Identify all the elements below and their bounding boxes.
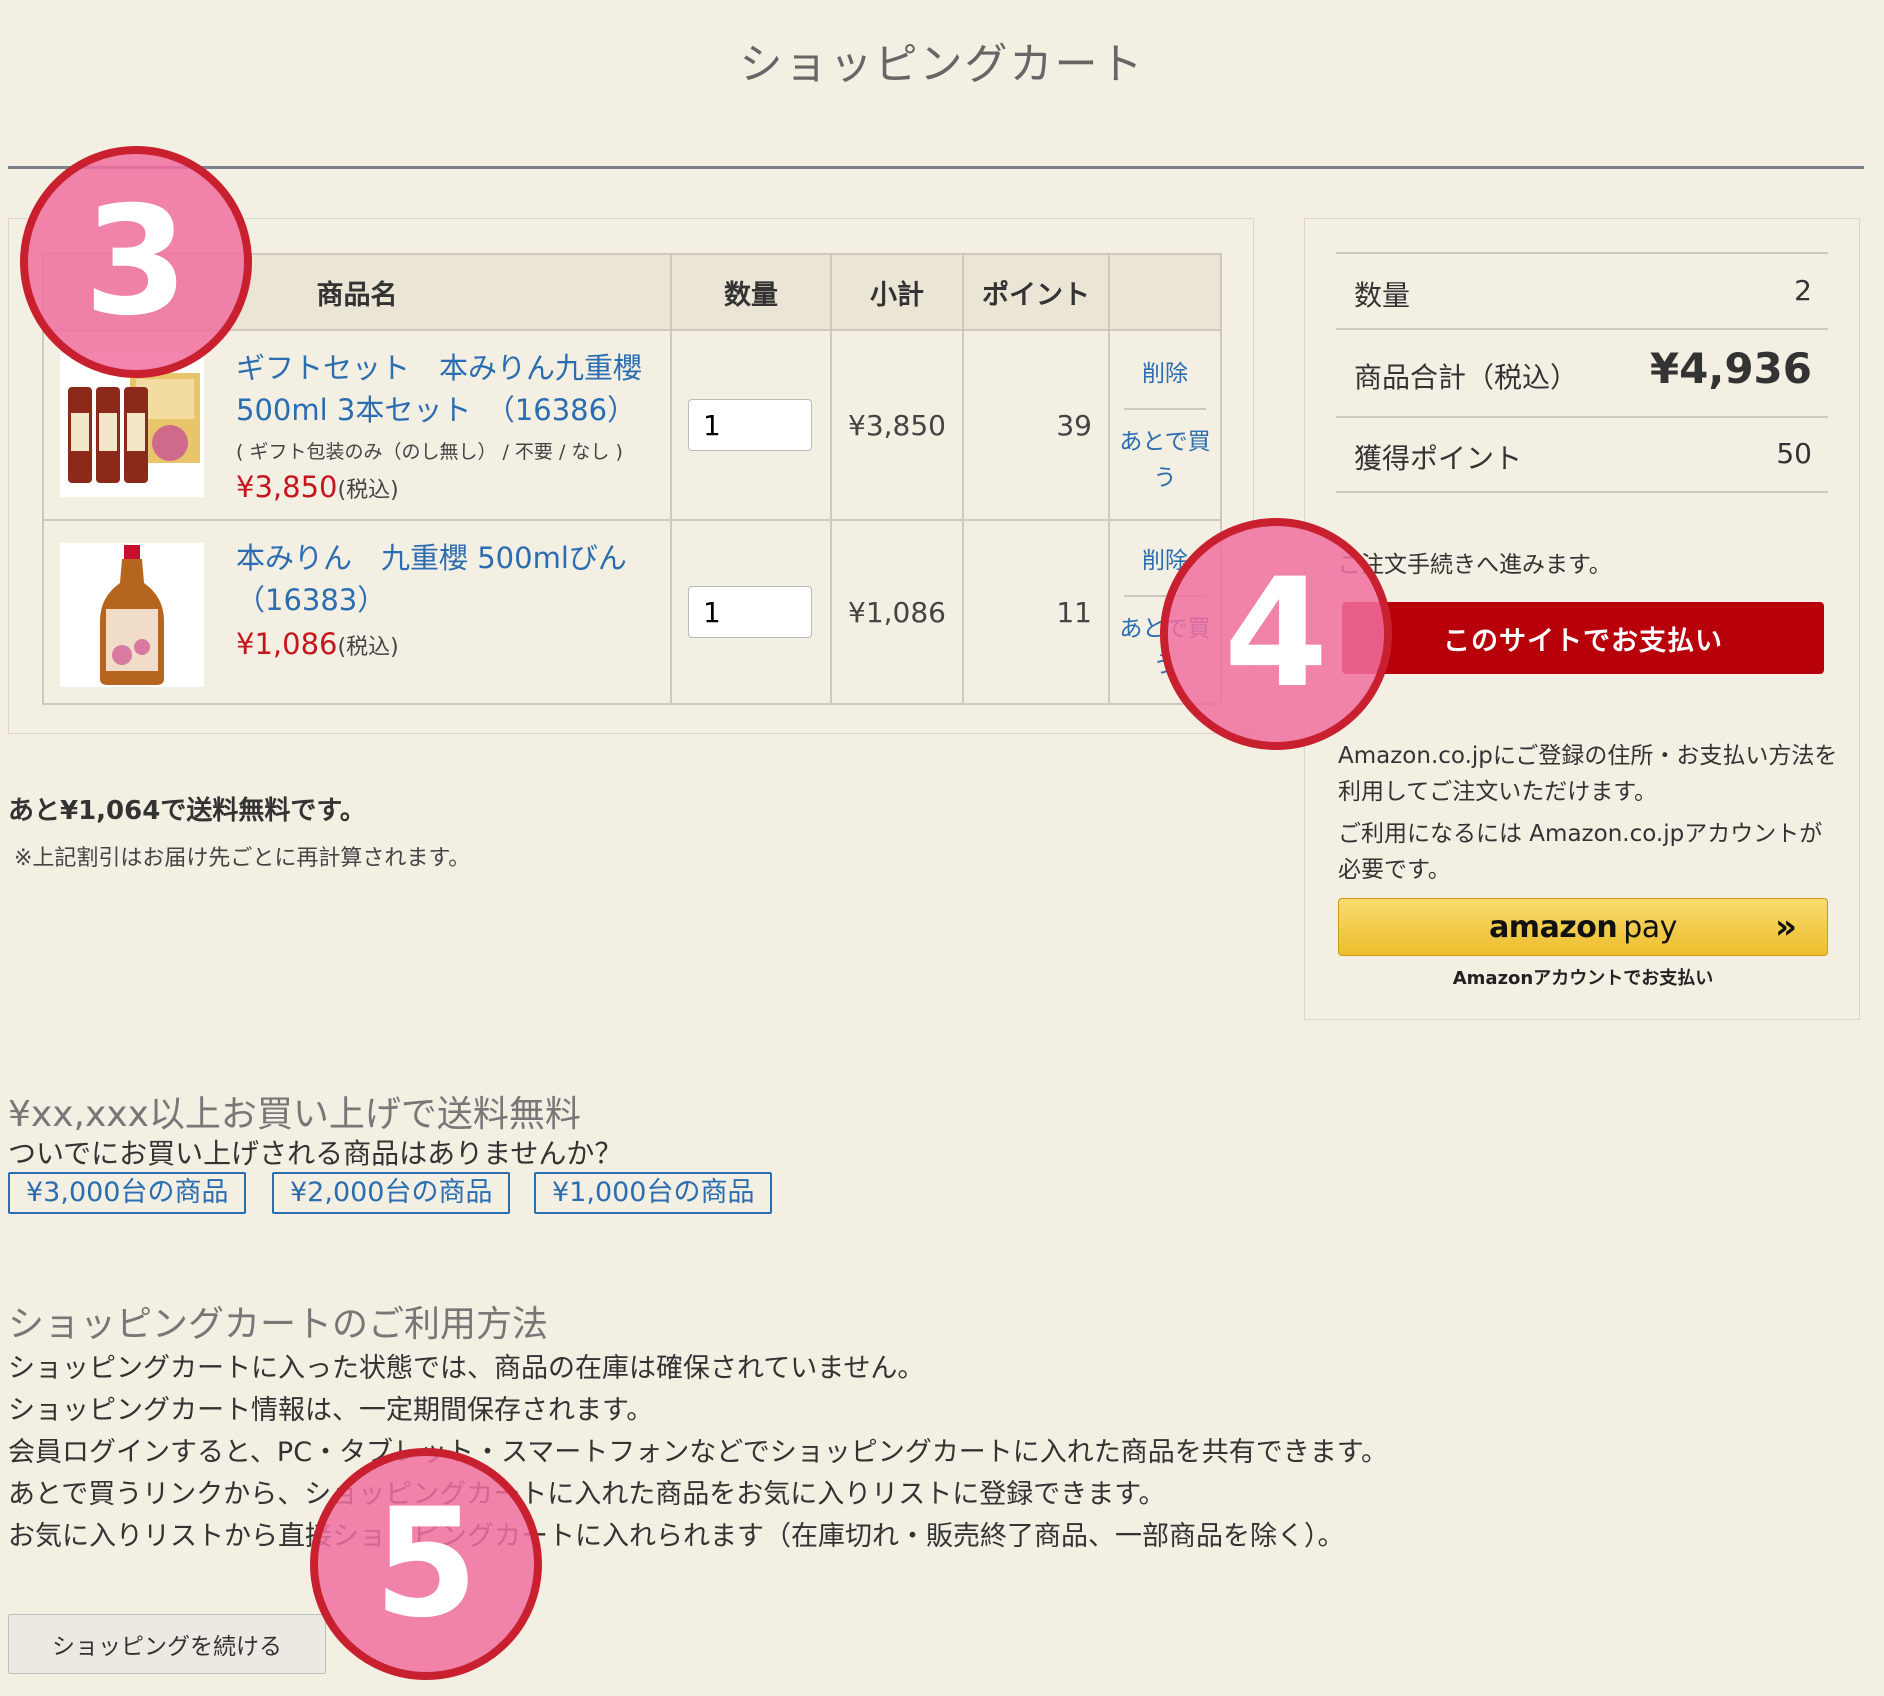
summary-divider [1336,416,1828,418]
summary-points-value: 50 [1776,437,1812,470]
price-range-1000-button[interactable]: ¥1,000台の商品 [534,1172,773,1214]
amazon-pay-text: pay [1623,909,1677,945]
actions-cell: 削除 あとで買う [1108,329,1222,521]
subtotal-cell: ¥1,086 [830,519,964,705]
qty-cell [670,519,832,705]
pay-on-site-button[interactable]: このサイトでお支払い [1342,602,1824,674]
price-range-3000-button[interactable]: ¥3,000台の商品 [8,1172,247,1214]
points-cell: 11 [962,519,1110,705]
amazon-info-text: Amazon.co.jpにご登録の住所・お支払い方法を利用してご注文いただけます… [1338,743,1838,805]
summary-total-label: 商品合計（税込） [1354,361,1579,394]
points-cell: 39 [962,329,1110,521]
continue-shopping-button[interactable]: ショッピングを続ける [8,1614,326,1674]
product-name-link[interactable]: ギフトセット 本みりん九重櫻500ml 3本セット （16386） [236,347,660,431]
amazon-account-note: ご利用になるには Amazon.co.jpアカウントが必要です。 [1338,821,1823,883]
summary-divider [1336,328,1828,330]
title-divider [8,166,1864,169]
usage-line: ショッピングカートに入った状態では、商品の在庫は確保されていません。 [8,1353,925,1384]
summary-qty-label: 数量 [1354,279,1411,312]
delete-link[interactable]: 削除 [1110,354,1220,408]
header-actions [1108,253,1222,331]
quantity-input[interactable] [688,586,812,638]
page-title: ショッピングカート [739,40,1145,90]
amazon-pay-button[interactable]: amazon pay » [1338,898,1828,956]
amazon-logo-text: amazon [1489,909,1618,945]
summary-divider [1336,491,1828,493]
product-price: ¥1,086 [236,627,338,661]
summary-divider [1336,252,1828,254]
tax-label: (税込) [337,478,399,503]
summary-total-value: ¥4,936 [1649,344,1812,393]
usage-line: ショッピングカート情報は、一定期間保存されます。 [8,1395,654,1426]
usage-line: あとで買うリンクから、ショッピングカートに入れた商品をお気に入りリストに登録でき… [8,1479,1166,1510]
product-option: ( ギフト包装のみ（のし無し） / 不要 / なし ) [236,441,623,463]
qty-cell [670,329,832,521]
free-shipping-message: あと¥1,064で送料無料です。 [8,796,366,826]
recommend-subtitle: ついでにお買い上げされる商品はありませんか？ [8,1137,623,1170]
free-shipping-title: ¥xx,xxx以上お買い上げで送料無料 [8,1094,581,1135]
tax-label: (税込) [337,635,399,660]
amazon-pay-caption: Amazonアカウントでお支払い [1452,968,1714,989]
table-row: ギフトセット 本みりん九重櫻500ml 3本セット （16386） ( ギフト包… [42,329,1222,521]
header-points: ポイント [962,253,1110,331]
product-name-link[interactable]: 本みりん 九重櫻 500mlびん（16383） [236,537,660,621]
usage-title: ショッピングカートのご利用方法 [8,1304,549,1345]
step-badge-5: 5 [310,1448,542,1680]
recalc-note: ※上記割引はお届け先ごとに再計算されます。 [14,846,471,871]
usage-line: お気に入りリストから直接ショッピングカートに入れられます（在庫切れ・販売終了商品… [8,1521,1345,1552]
step-badge-4: 4 [1160,518,1392,750]
header-subtotal: 小計 [830,253,964,331]
summary-points-label: 獲得ポイント [1354,442,1523,475]
usage-line: 会員ログインすると、PC・タブレット・スマートフォンなどでショッピングカートに入… [8,1437,1389,1468]
table-row: 本みりん 九重櫻 500mlびん（16383） ¥1,086(税込) ¥1,08… [42,519,1222,705]
header-qty: 数量 [670,253,832,331]
chevron-right-icon: » [1775,907,1797,947]
quantity-input[interactable] [688,399,812,451]
product-price: ¥3,850 [236,470,338,504]
product-image[interactable] [60,543,204,687]
mirin-bottle-image [60,543,204,687]
subtotal-cell: ¥3,850 [830,329,964,521]
buy-later-link[interactable]: あとで買う [1110,410,1220,496]
price-range-2000-button[interactable]: ¥2,000台の商品 [272,1172,511,1214]
summary-qty-value: 2 [1794,274,1812,307]
step-badge-3: 3 [20,146,252,378]
product-cell: 本みりん 九重櫻 500mlびん（16383） ¥1,086(税込) [42,519,672,705]
amazon-pay-logo: amazon pay [1489,910,1677,945]
proceed-note: ご注文手続きへ進みます。 [1338,552,1612,578]
